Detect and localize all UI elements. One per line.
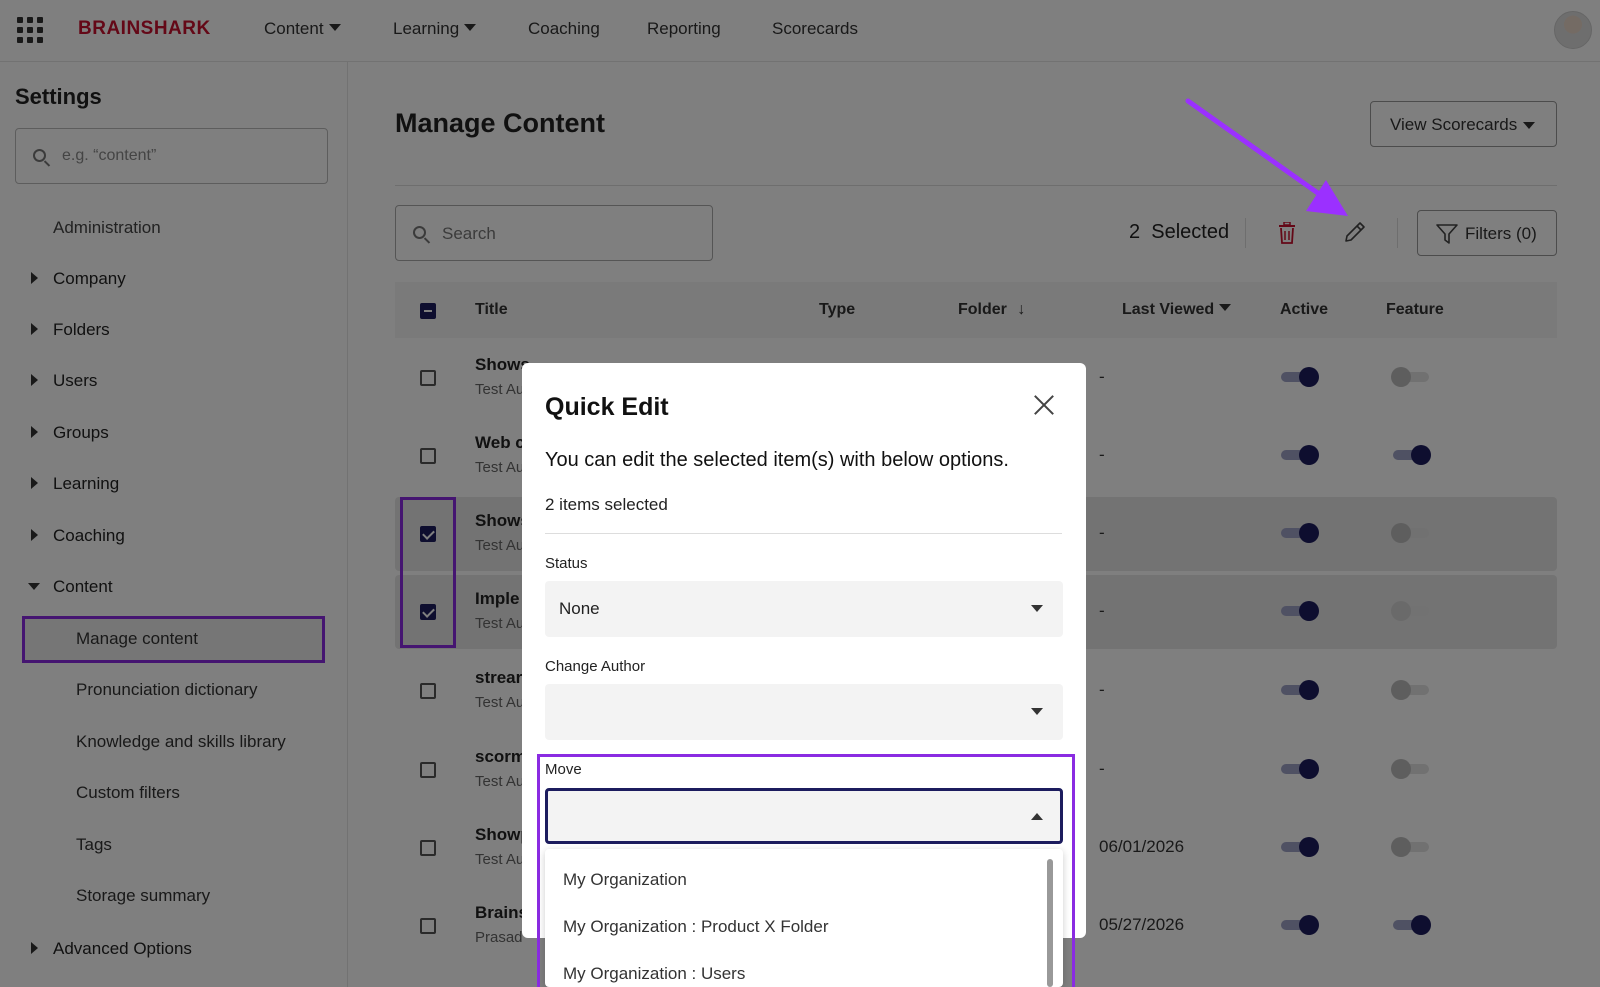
status-select[interactable]: None <box>545 581 1063 637</box>
change-author-select[interactable] <box>545 684 1063 740</box>
modal-title: Quick Edit <box>545 393 669 421</box>
move-option-users[interactable]: My Organization : Users <box>563 964 745 984</box>
modal-description: You can edit the selected item(s) with b… <box>545 449 1009 471</box>
close-icon[interactable] <box>1032 393 1056 417</box>
status-label: Status <box>545 555 588 572</box>
chevron-down-icon <box>1031 605 1043 612</box>
move-option-my-organization[interactable]: My Organization <box>563 870 687 890</box>
status-value: None <box>559 599 600 618</box>
move-option-product-x-folder[interactable]: My Organization : Product X Folder <box>563 917 829 937</box>
dropdown-scrollbar[interactable] <box>1047 859 1053 987</box>
move-dropdown-list: My Organization My Organization : Produc… <box>545 849 1063 987</box>
items-selected-count: 2 items selected <box>545 495 668 514</box>
divider <box>545 533 1062 534</box>
chevron-down-icon <box>1031 708 1043 715</box>
change-author-label: Change Author <box>545 658 646 675</box>
